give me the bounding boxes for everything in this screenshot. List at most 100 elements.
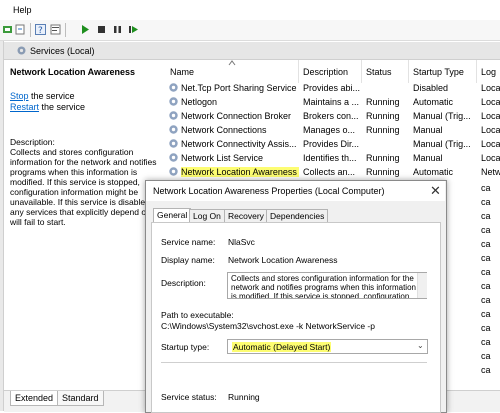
column-divider	[408, 60, 409, 83]
tab-extended[interactable]: Extended	[10, 391, 59, 406]
row-logon: Loca	[481, 97, 500, 107]
column-divider	[361, 60, 362, 83]
log-cell: ca	[481, 183, 491, 193]
row-status: Running	[366, 125, 400, 135]
row-status: Running	[366, 111, 400, 121]
chevron-down-icon[interactable]: ⌄	[417, 341, 424, 350]
log-cell: ca	[481, 351, 491, 361]
tab-standard[interactable]: Standard	[57, 391, 104, 406]
row-name: Netlogon	[181, 97, 218, 107]
table-row[interactable]: Network Connections Manages o... Running…	[165, 123, 500, 137]
startup-type-label: Startup type:	[161, 342, 210, 352]
properties-icon[interactable]	[50, 24, 61, 35]
row-startup: Manual	[413, 153, 443, 163]
tab-log-on[interactable]: Log On	[189, 209, 225, 223]
row-logon: Loca	[481, 111, 500, 121]
row-startup: Automatic	[413, 97, 454, 107]
restart-line: Restart the service	[10, 102, 85, 112]
row-description: Maintains a ...	[303, 97, 360, 107]
log-cell: ca	[481, 281, 491, 291]
column-startup-type[interactable]: Startup Type	[413, 67, 464, 77]
service-name-value: NlaSvc	[228, 237, 255, 247]
column-divider	[476, 60, 477, 83]
row-logon: Loca	[481, 125, 500, 135]
table-row[interactable]: Network List Service Identifies th... Ru…	[165, 151, 500, 165]
selected-service-name: Network Location Awareness	[10, 67, 136, 77]
pause-icon[interactable]	[112, 24, 123, 35]
close-icon[interactable]: ✕	[430, 183, 441, 199]
row-name: Network Connectivity Assis...	[181, 139, 297, 149]
toolbar: ?	[0, 20, 500, 41]
stop-line: Stop the service	[10, 91, 75, 101]
stop-icon[interactable]	[96, 24, 107, 35]
row-description: Identifies th...	[303, 153, 357, 163]
log-cell: ca	[481, 337, 491, 347]
row-status: Running	[366, 97, 400, 107]
table-row[interactable]: Netlogon Maintains a ... Running Automat…	[165, 95, 500, 109]
row-logon: Netw	[481, 167, 500, 177]
row-description: Provides Dir...	[303, 139, 360, 149]
tab-general[interactable]: General	[153, 208, 192, 223]
services-title: Services (Local)	[30, 46, 95, 56]
menu-help[interactable]: Help	[13, 5, 32, 15]
export-icon[interactable]	[15, 24, 26, 35]
log-cell: ca	[481, 365, 491, 375]
log-cell: ca	[481, 197, 491, 207]
log-cell: ca	[481, 253, 491, 263]
description-textbox[interactable]: Collects and stores configuration inform…	[227, 272, 427, 299]
play-icon[interactable]	[80, 24, 91, 35]
path-label: Path to executable:	[161, 310, 234, 320]
toolbar-divider	[65, 23, 66, 37]
row-startup: Manual (Trig...	[413, 111, 471, 121]
gear-icon	[169, 139, 178, 148]
startup-type-value: Automatic (Delayed Start)	[232, 342, 332, 352]
help-icon[interactable]: ?	[35, 24, 46, 35]
gear-icon	[169, 83, 178, 92]
gear-icon	[169, 167, 178, 176]
log-cell: ca	[481, 295, 491, 305]
row-description: Provides abi...	[303, 83, 361, 93]
table-row-selected[interactable]: Network Location Awareness Collects an..…	[165, 165, 500, 179]
gear-icon	[169, 97, 178, 106]
column-name[interactable]: Name	[170, 67, 194, 77]
row-description: Manages o...	[303, 125, 356, 135]
restart-icon[interactable]	[128, 24, 139, 35]
stop-link[interactable]: Stop	[10, 91, 29, 101]
display-name-value: Network Location Awareness	[228, 255, 338, 265]
refresh-icon[interactable]	[2, 24, 13, 35]
gear-icon	[169, 153, 178, 162]
column-log-on-as[interactable]: Log	[481, 67, 496, 77]
log-cell: ca	[481, 239, 491, 249]
description-label: Description:	[10, 137, 55, 147]
row-logon: Loca	[481, 153, 500, 163]
restart-suffix: the service	[39, 102, 86, 112]
stop-suffix: the service	[28, 91, 75, 101]
column-divider	[298, 60, 299, 83]
sort-arrow-icon	[228, 60, 236, 66]
row-logon: Loca	[481, 83, 500, 93]
svg-text:?: ?	[38, 26, 43, 35]
display-name-label: Display name:	[161, 255, 215, 265]
toolbar-divider	[30, 23, 31, 37]
row-startup: Automatic	[413, 167, 454, 177]
description-scrollbar[interactable]	[417, 273, 427, 298]
row-name: Network List Service	[181, 153, 264, 163]
log-cell: ca	[481, 309, 491, 319]
description-label: Description:	[161, 278, 206, 288]
log-cell: ca	[481, 225, 491, 235]
table-row[interactable]: Net.Tcp Port Sharing Service Provides ab…	[165, 81, 500, 95]
table-row[interactable]: Network Connectivity Assis... Provides D…	[165, 137, 500, 151]
description-text: Collects and stores configuration inform…	[10, 147, 158, 227]
tab-dependencies[interactable]: Dependencies	[266, 209, 329, 223]
row-startup: Manual	[413, 125, 443, 135]
table-row[interactable]: Network Connection Broker Brokers con...…	[165, 109, 500, 123]
row-description: Collects an...	[303, 167, 356, 177]
log-column-rest: ca ca ca ca ca ca ca ca ca ca ca ca ca c…	[481, 181, 500, 377]
column-description[interactable]: Description	[303, 67, 348, 77]
column-status[interactable]: Status	[366, 67, 392, 77]
row-startup: Manual (Trig...	[413, 139, 471, 149]
restart-link[interactable]: Restart	[10, 102, 39, 112]
log-cell: ca	[481, 211, 491, 221]
tab-recovery[interactable]: Recovery	[224, 209, 268, 223]
dialog-divider	[161, 362, 427, 363]
